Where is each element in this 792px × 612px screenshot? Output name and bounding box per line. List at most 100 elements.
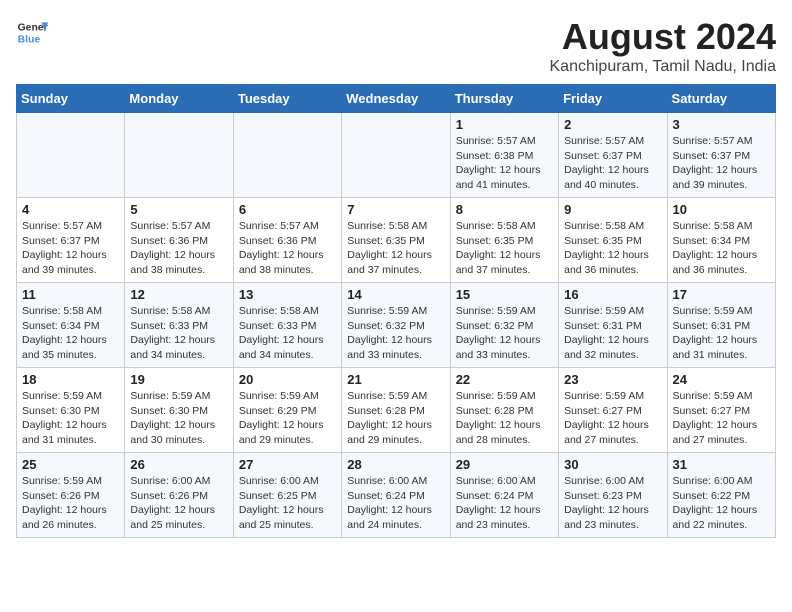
day-number: 15	[456, 287, 553, 302]
day-number: 5	[130, 202, 227, 217]
day-detail: Sunrise: 5:58 AM Sunset: 6:35 PM Dayligh…	[347, 219, 444, 278]
day-detail: Sunrise: 5:59 AM Sunset: 6:30 PM Dayligh…	[22, 389, 119, 448]
calendar-cell: 7 Sunrise: 5:58 AM Sunset: 6:35 PM Daylig…	[342, 198, 450, 283]
calendar-week-4: 18 Sunrise: 5:59 AM Sunset: 6:30 PM Dayli…	[17, 368, 776, 453]
header-thursday: Thursday	[450, 85, 558, 113]
day-detail: Sunrise: 6:00 AM Sunset: 6:24 PM Dayligh…	[347, 474, 444, 533]
day-number: 31	[673, 457, 770, 472]
day-detail: Sunrise: 6:00 AM Sunset: 6:23 PM Dayligh…	[564, 474, 661, 533]
header-tuesday: Tuesday	[233, 85, 341, 113]
calendar-table: SundayMondayTuesdayWednesdayThursdayFrid…	[16, 84, 776, 538]
day-number: 16	[564, 287, 661, 302]
day-number: 21	[347, 372, 444, 387]
day-detail: Sunrise: 6:00 AM Sunset: 6:26 PM Dayligh…	[130, 474, 227, 533]
day-detail: Sunrise: 6:00 AM Sunset: 6:24 PM Dayligh…	[456, 474, 553, 533]
day-detail: Sunrise: 5:58 AM Sunset: 6:35 PM Dayligh…	[456, 219, 553, 278]
day-number: 30	[564, 457, 661, 472]
day-number: 10	[673, 202, 770, 217]
day-number: 13	[239, 287, 336, 302]
logo: General Blue	[16, 16, 48, 48]
day-detail: Sunrise: 5:57 AM Sunset: 6:37 PM Dayligh…	[673, 134, 770, 193]
day-number: 12	[130, 287, 227, 302]
day-detail: Sunrise: 5:59 AM Sunset: 6:31 PM Dayligh…	[673, 304, 770, 363]
calendar-cell: 10 Sunrise: 5:58 AM Sunset: 6:34 PM Dayli…	[667, 198, 775, 283]
day-number: 1	[456, 117, 553, 132]
day-number: 17	[673, 287, 770, 302]
calendar-cell: 11 Sunrise: 5:58 AM Sunset: 6:34 PM Dayli…	[17, 283, 125, 368]
day-number: 23	[564, 372, 661, 387]
day-number: 29	[456, 457, 553, 472]
day-number: 14	[347, 287, 444, 302]
day-detail: Sunrise: 5:59 AM Sunset: 6:26 PM Dayligh…	[22, 474, 119, 533]
header-friday: Friday	[559, 85, 667, 113]
calendar-cell: 22 Sunrise: 5:59 AM Sunset: 6:28 PM Dayli…	[450, 368, 558, 453]
calendar-cell: 14 Sunrise: 5:59 AM Sunset: 6:32 PM Dayli…	[342, 283, 450, 368]
calendar-cell: 30 Sunrise: 6:00 AM Sunset: 6:23 PM Dayli…	[559, 453, 667, 538]
calendar-cell: 20Sunrise: 5:59 AM Sunset: 6:29 PM Dayli…	[233, 368, 341, 453]
calendar-cell	[17, 113, 125, 198]
calendar-cell: 25 Sunrise: 5:59 AM Sunset: 6:26 PM Dayli…	[17, 453, 125, 538]
day-detail: Sunrise: 5:57 AM Sunset: 6:37 PM Dayligh…	[22, 219, 119, 278]
day-number: 26	[130, 457, 227, 472]
calendar-cell: 1 Sunrise: 5:57 AM Sunset: 6:38 PM Daylig…	[450, 113, 558, 198]
day-detail: Sunrise: 5:59 AM Sunset: 6:27 PM Dayligh…	[564, 389, 661, 448]
day-detail: Sunrise: 5:58 AM Sunset: 6:33 PM Dayligh…	[239, 304, 336, 363]
calendar-cell: 8 Sunrise: 5:58 AM Sunset: 6:35 PM Daylig…	[450, 198, 558, 283]
title-area: August 2024 Kanchipuram, Tamil Nadu, Ind…	[550, 16, 777, 76]
calendar-cell: 19 Sunrise: 5:59 AM Sunset: 6:30 PM Dayli…	[125, 368, 233, 453]
day-number: 9	[564, 202, 661, 217]
calendar-cell: 17 Sunrise: 5:59 AM Sunset: 6:31 PM Dayli…	[667, 283, 775, 368]
day-detail: Sunrise: 5:59 AM Sunset: 6:28 PM Dayligh…	[347, 389, 444, 448]
day-number: 27	[239, 457, 336, 472]
calendar-cell: 6 Sunrise: 5:57 AM Sunset: 6:36 PM Daylig…	[233, 198, 341, 283]
calendar-cell	[125, 113, 233, 198]
calendar-cell: 28 Sunrise: 6:00 AM Sunset: 6:24 PM Dayli…	[342, 453, 450, 538]
day-number: 28	[347, 457, 444, 472]
day-detail: Sunrise: 5:59 AM Sunset: 6:32 PM Dayligh…	[347, 304, 444, 363]
calendar-cell	[233, 113, 341, 198]
day-detail: Sunrise: 5:59 AM Sunset: 6:28 PM Dayligh…	[456, 389, 553, 448]
day-detail: Sunrise: 5:59 AM Sunset: 6:27 PM Dayligh…	[673, 389, 770, 448]
day-detail: Sunrise: 5:58 AM Sunset: 6:35 PM Dayligh…	[564, 219, 661, 278]
page-title: August 2024	[550, 16, 777, 58]
day-number: 2	[564, 117, 661, 132]
day-detail: Sunrise: 5:57 AM Sunset: 6:37 PM Dayligh…	[564, 134, 661, 193]
calendar-cell: 4Sunrise: 5:57 AM Sunset: 6:37 PM Daylig…	[17, 198, 125, 283]
day-number: 11	[22, 287, 119, 302]
day-detail: Sunrise: 6:00 AM Sunset: 6:25 PM Dayligh…	[239, 474, 336, 533]
day-number: 8	[456, 202, 553, 217]
day-number: 22	[456, 372, 553, 387]
calendar-cell	[342, 113, 450, 198]
day-number: 7	[347, 202, 444, 217]
calendar-cell: 15 Sunrise: 5:59 AM Sunset: 6:32 PM Dayli…	[450, 283, 558, 368]
calendar-cell: 2 Sunrise: 5:57 AM Sunset: 6:37 PM Daylig…	[559, 113, 667, 198]
svg-text:Blue: Blue	[18, 34, 41, 45]
calendar-week-5: 25 Sunrise: 5:59 AM Sunset: 6:26 PM Dayli…	[17, 453, 776, 538]
day-number: 25	[22, 457, 119, 472]
page-subtitle: Kanchipuram, Tamil Nadu, India	[550, 58, 777, 76]
calendar-cell: 26 Sunrise: 6:00 AM Sunset: 6:26 PM Dayli…	[125, 453, 233, 538]
calendar-week-1: 1 Sunrise: 5:57 AM Sunset: 6:38 PM Daylig…	[17, 113, 776, 198]
day-detail: Sunrise: 6:00 AM Sunset: 6:22 PM Dayligh…	[673, 474, 770, 533]
header-wednesday: Wednesday	[342, 85, 450, 113]
calendar-cell: 13 Sunrise: 5:58 AM Sunset: 6:33 PM Dayli…	[233, 283, 341, 368]
calendar-cell: 24 Sunrise: 5:59 AM Sunset: 6:27 PM Dayli…	[667, 368, 775, 453]
day-detail: Sunrise: 5:57 AM Sunset: 6:38 PM Dayligh…	[456, 134, 553, 193]
calendar-cell: 29 Sunrise: 6:00 AM Sunset: 6:24 PM Dayli…	[450, 453, 558, 538]
page-header: General Blue August 2024 Kanchipuram, Ta…	[16, 16, 776, 76]
day-detail: Sunrise: 5:58 AM Sunset: 6:34 PM Dayligh…	[673, 219, 770, 278]
day-detail: Sunrise: 5:59 AM Sunset: 6:32 PM Dayligh…	[456, 304, 553, 363]
day-detail: Sunrise: 5:59 AM Sunset: 6:30 PM Dayligh…	[130, 389, 227, 448]
header-sunday: Sunday	[17, 85, 125, 113]
day-detail: Sunrise: 5:57 AM Sunset: 6:36 PM Dayligh…	[239, 219, 336, 278]
calendar-week-3: 11 Sunrise: 5:58 AM Sunset: 6:34 PM Dayli…	[17, 283, 776, 368]
day-number: 18	[22, 372, 119, 387]
day-number: 24	[673, 372, 770, 387]
day-number: 6	[239, 202, 336, 217]
calendar-cell: 12Sunrise: 5:58 AM Sunset: 6:33 PM Dayli…	[125, 283, 233, 368]
calendar-cell: 27 Sunrise: 6:00 AM Sunset: 6:25 PM Dayli…	[233, 453, 341, 538]
logo-icon: General Blue	[16, 16, 48, 48]
day-detail: Sunrise: 5:58 AM Sunset: 6:34 PM Dayligh…	[22, 304, 119, 363]
day-number: 19	[130, 372, 227, 387]
day-number: 20	[239, 372, 336, 387]
